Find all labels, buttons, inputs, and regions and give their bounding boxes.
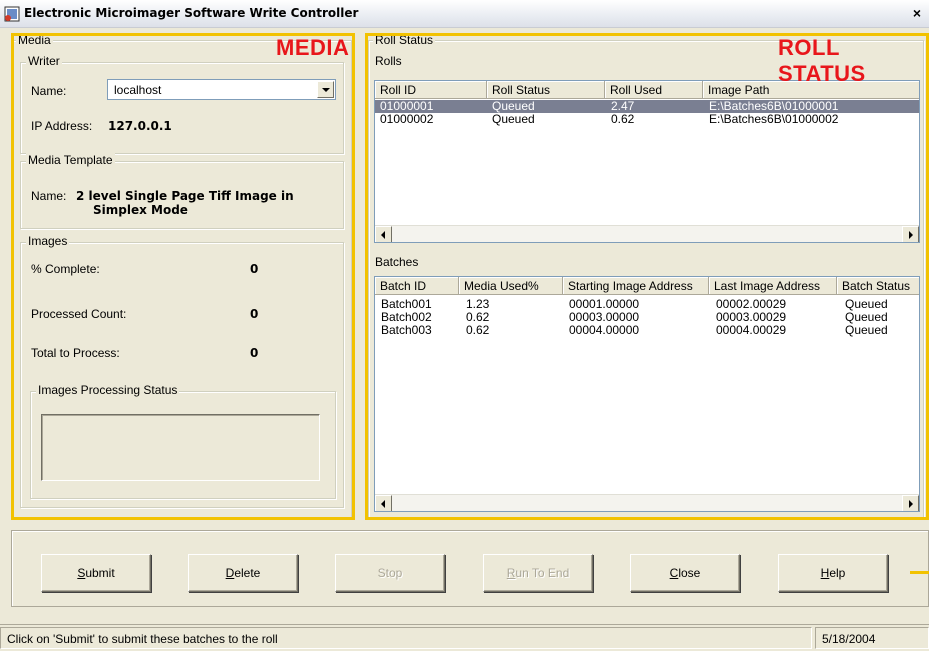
roll-status-cell: Queued [492,99,535,113]
batch-id-cell: Batch001 [381,297,432,311]
media-used-cell: 1.23 [466,297,490,311]
rolls-listview[interactable]: Roll ID Roll Status Roll Used Image Path… [374,80,920,243]
close-icon[interactable]: × [909,5,925,21]
rolls-horizontal-scrollbar[interactable] [375,225,919,242]
template-name-label: Name: [31,189,67,203]
status-date: 5/18/2004 [815,627,929,649]
rolls-col-roll-used[interactable]: Roll Used [605,81,703,99]
last-address-cell: 00004.00029 [716,323,787,337]
last-address-cell: 00003.00029 [716,310,787,324]
help-label-rest: elp [829,566,846,580]
writer-group-label: Writer [26,54,62,68]
status-message: Click on 'Submit' to submit these batche… [0,627,812,649]
run-to-end-button[interactable]: Run To End [483,554,593,592]
media-used-cell: 0.62 [466,323,490,337]
rolls-col-roll-status[interactable]: Roll Status [487,81,605,99]
writer-name-combobox[interactable]: localhost [107,79,336,100]
writer-name-value: localhost [114,83,162,97]
batches-listview[interactable]: Batch ID Media Used% Starting Image Addr… [374,276,920,512]
rolls-col-roll-id[interactable]: Roll ID [375,81,487,99]
template-name-line1: 2 level Single Page Tiff Image in [76,189,294,203]
delete-label-rest: elete [234,566,261,580]
table-row[interactable]: 01000002 Queued 0.62 E:\Batches6B\010000… [375,112,919,126]
status-bar: Click on 'Submit' to submit these batche… [0,624,929,651]
roll-used-cell: 2.47 [611,99,635,113]
highlight-marker [910,571,929,574]
rolls-label: Rolls [375,54,402,68]
table-row[interactable]: Batch001 1.23 00001.00000 00002.00029 Qu… [375,297,919,311]
batch-id-cell: Batch002 [381,310,432,324]
window-title: Electronic Microimager Software Write Co… [24,6,359,20]
processed-count-label: Processed Count: [31,307,127,321]
image-path-cell: E:\Batches6B\01000002 [709,112,839,126]
batch-status-cell: Queued [845,310,888,324]
batches-col-starting-image-address[interactable]: Starting Image Address [563,277,709,295]
media-group-label: Media [16,33,53,47]
batches-col-batch-id[interactable]: Batch ID [375,277,459,295]
submit-label-rest: ubmit [85,566,115,580]
roll-status-annotation: ROLL STATUS [778,35,866,86]
starting-address-cell: 00001.00000 [569,297,640,311]
delete-button[interactable]: Delete [188,554,298,592]
roll-id-cell: 01000002 [380,112,434,126]
roll-used-cell: 0.62 [611,112,635,126]
stop-label: Stop [377,566,403,580]
images-group-label: Images [26,234,70,248]
run-to-end-label-rest: un To End [515,566,570,580]
batches-header: Batch ID Media Used% Starting Image Addr… [375,277,919,295]
template-name-line2: Simplex Mode [93,203,188,217]
total-to-process-value: 0 [250,346,259,360]
submit-button[interactable]: Submit [41,554,151,592]
table-row[interactable]: Batch003 0.62 00004.00000 00004.00029 Qu… [375,323,919,337]
chevron-down-icon[interactable] [317,81,334,98]
total-to-process-label: Total to Process: [31,346,120,360]
stop-button[interactable]: Stop [335,554,445,592]
roll-status-group-label: Roll Status [373,33,436,47]
roll-status-cell: Queued [492,112,535,126]
media-annotation: MEDIA [276,35,350,60]
last-address-cell: 00002.00029 [716,297,787,311]
percent-complete-value: 0 [250,262,259,276]
starting-address-cell: 00004.00000 [569,323,640,337]
title-bar: Electronic Microimager Software Write Co… [0,0,929,28]
batches-col-last-image-address[interactable]: Last Image Address [709,277,837,295]
scroll-right-icon[interactable] [902,495,919,511]
ip-address-label: IP Address: [31,119,93,133]
media-used-cell: 0.62 [466,310,490,324]
batches-col-batch-status[interactable]: Batch Status [837,277,919,295]
writer-group [20,62,344,154]
starting-address-cell: 00003.00000 [569,310,640,324]
delete-mnemonic: D [225,566,235,580]
ip-address-value: 127.0.0.1 [108,119,172,133]
close-button[interactable]: Close [630,554,740,592]
processed-count-value: 0 [250,307,259,321]
scroll-left-icon[interactable] [375,495,392,511]
processing-status-box [41,414,320,481]
writer-name-label: Name: [31,84,67,98]
roll-id-cell: 01000001 [380,99,434,113]
scroll-left-icon[interactable] [375,226,392,242]
batches-label: Batches [375,255,419,269]
table-row[interactable]: Batch002 0.62 00003.00000 00003.00029 Qu… [375,310,919,324]
image-path-cell: E:\Batches6B\01000001 [709,99,839,113]
media-template-group-label: Media Template [26,153,115,167]
batch-id-cell: Batch003 [381,323,432,337]
batches-col-media-used[interactable]: Media Used% [459,277,563,295]
batch-status-cell: Queued [845,323,888,337]
help-button[interactable]: Help [778,554,888,592]
batches-horizontal-scrollbar[interactable] [375,494,919,511]
close-label-rest: lose [678,566,701,580]
percent-complete-label: % Complete: [31,262,100,276]
app-icon [4,6,20,22]
batch-status-cell: Queued [845,297,888,311]
scroll-right-icon[interactable] [902,226,919,242]
processing-status-label: Images Processing Status [36,383,180,397]
